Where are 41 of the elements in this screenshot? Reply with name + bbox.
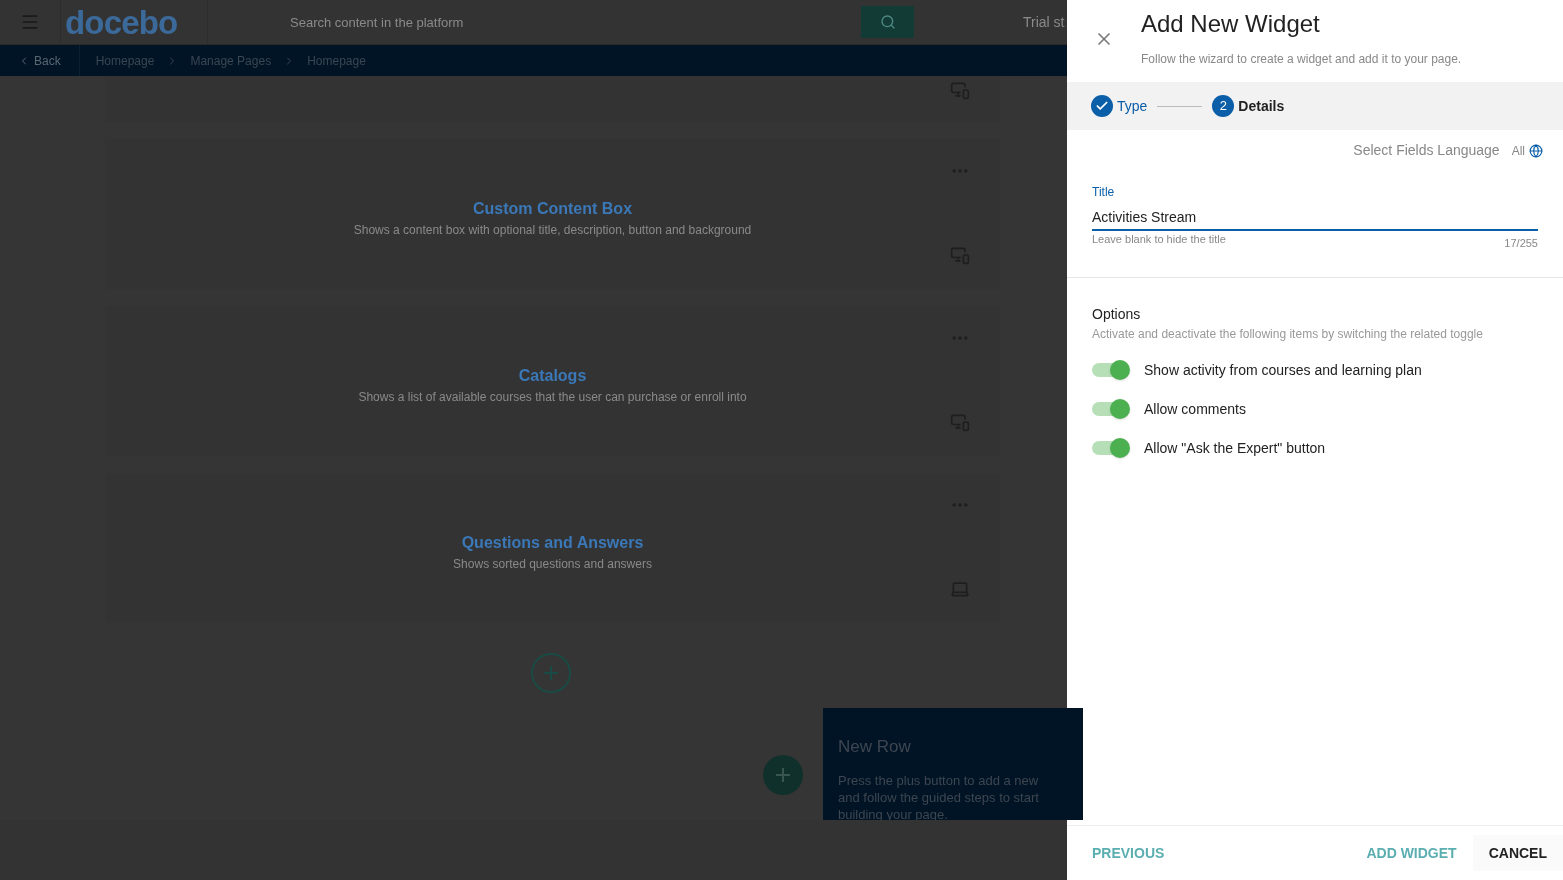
- wizard-step[interactable]: Type: [1091, 95, 1148, 117]
- check-icon: [1095, 99, 1109, 113]
- toggle-label: Show activity from courses and learning plan: [1144, 360, 1422, 380]
- toggle-label: Allow comments: [1144, 399, 1246, 419]
- toggle-label: Allow "Ask the Expert" button: [1144, 438, 1326, 458]
- language-label: Select Fields Language: [1353, 141, 1500, 160]
- options-heading: Options: [1092, 304, 1142, 324]
- plus-icon[interactable]: [763, 755, 803, 795]
- options-description: Activate and deactivate the following items by switching the related toggle: [1092, 325, 1484, 343]
- breadcrumb-link[interactable]: Homepage: [95, 51, 155, 70]
- previous-button[interactable]: PREVIOUS: [1092, 842, 1165, 864]
- widget-description: Shows a list of available courses that the user can purchase or enroll into: [358, 389, 747, 406]
- widget-title: Custom Content Box: [472, 199, 633, 219]
- back-link[interactable]: Back: [0, 45, 80, 76]
- breadcrumb-link[interactable]: Manage Pages: [190, 51, 272, 70]
- breadcrumb-link[interactable]: Homepage: [307, 51, 366, 70]
- widget-title: Questions and Answers: [461, 533, 644, 553]
- widget-description: Shows sorted questions and answers: [453, 556, 652, 573]
- field-hint: Leave blank to hide the title: [1092, 232, 1226, 247]
- toggle-switch[interactable]: [1092, 363, 1128, 377]
- character-counter: 17/255: [1504, 236, 1538, 251]
- add-widget-button[interactable]: ADD WIDGET: [1366, 842, 1457, 864]
- menu-icon[interactable]: [20, 12, 40, 32]
- toggle-switch[interactable]: [1092, 441, 1128, 455]
- globe-icon: [1529, 143, 1543, 158]
- search-field[interactable]: Search content in the platform: [278, 6, 861, 38]
- toggle-switch[interactable]: [1092, 402, 1128, 416]
- cancel-button[interactable]: CANCEL: [1472, 835, 1563, 871]
- trial-text: Trial st: [1023, 12, 1065, 32]
- logo[interactable]: docebo: [65, 5, 178, 39]
- language-selector[interactable]: All: [1511, 141, 1543, 160]
- wizard-step[interactable]: 2 Details: [1212, 95, 1285, 117]
- field-label: Title: [1092, 184, 1116, 201]
- add-row-icon[interactable]: [531, 653, 571, 693]
- widget-title: Catalogs: [518, 366, 587, 386]
- title-field[interactable]: Activities Stream: [1092, 205, 1538, 231]
- panel-subtitle: Follow the wizard to create a widget and add it to your page.: [1141, 51, 1462, 68]
- widget-description: Shows a content box with optional title, description, button and background: [353, 222, 752, 239]
- panel-title: Add New Widget: [1141, 10, 1321, 38]
- tooltip-title: New Row: [838, 736, 912, 758]
- search-icon[interactable]: [879, 14, 896, 30]
